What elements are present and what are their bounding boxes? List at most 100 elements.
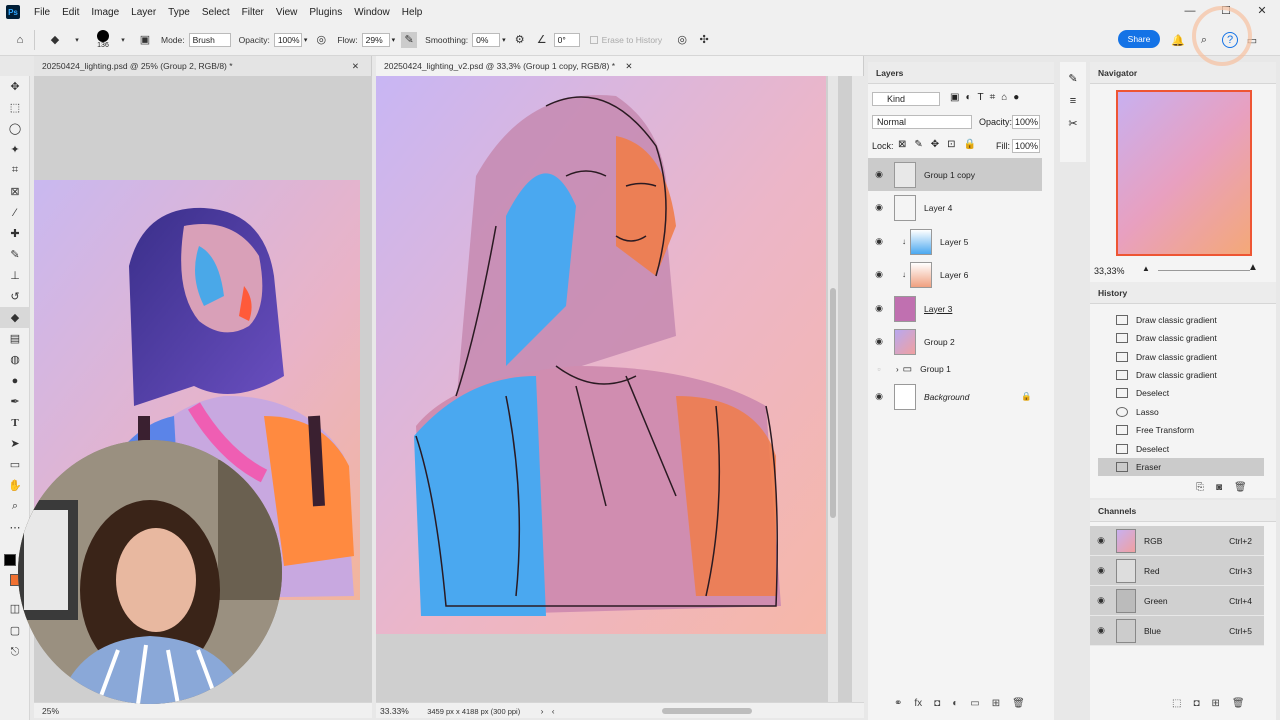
move-tool-icon[interactable]: ✥: [0, 76, 30, 97]
load-selection-icon[interactable]: ⬚: [1172, 698, 1181, 709]
brush-settings-icon[interactable]: ✎: [1060, 72, 1086, 85]
share-image-icon[interactable]: ⎋: [0, 642, 30, 663]
zoom-out-icon[interactable]: ▲: [1142, 264, 1150, 273]
history-item[interactable]: Free Transform: [1098, 421, 1264, 439]
eye-icon[interactable]: ◉: [868, 336, 890, 347]
menu-window[interactable]: Window: [348, 7, 396, 18]
document-tab-active[interactable]: 20250424_lighting_v2.psd @ 33,3% (Group …: [376, 56, 864, 76]
adjustment-filter-icon[interactable]: ◐: [965, 92, 971, 103]
history-item[interactable]: Draw classic gradient: [1098, 348, 1264, 366]
hand-tool-icon[interactable]: ✋: [0, 475, 30, 496]
document-canvas[interactable]: [376, 76, 852, 702]
type-filter-icon[interactable]: T: [978, 92, 984, 103]
lock-position-icon[interactable]: ✥: [931, 139, 939, 150]
layer-row[interactable]: ◉ Layer 4: [868, 191, 1042, 224]
chevron-down-icon[interactable]: ▾: [304, 36, 308, 44]
history-item[interactable]: Draw classic gradient: [1098, 311, 1264, 329]
screen-mode-icon[interactable]: ▢: [0, 620, 30, 641]
blend-mode-select[interactable]: Normal: [872, 115, 972, 129]
zoom-level[interactable]: 33.33%: [380, 706, 409, 716]
trash-icon[interactable]: 🗑: [1232, 698, 1245, 709]
menu-select[interactable]: Select: [196, 7, 236, 18]
chevron-right-icon[interactable]: ›: [541, 706, 544, 716]
layer-row[interactable]: ◉ Layer 3: [868, 292, 1042, 325]
gradient-tool-icon[interactable]: ▤: [0, 328, 30, 349]
zoom-tool-icon[interactable]: ⌕: [0, 496, 30, 517]
vertical-scrollbar[interactable]: [828, 76, 838, 702]
close-tab-icon[interactable]: ✕: [352, 56, 359, 76]
eye-hidden-icon[interactable]: ▫: [868, 364, 890, 374]
magic-wand-tool-icon[interactable]: ✦: [0, 139, 30, 160]
menu-file[interactable]: File: [28, 7, 56, 18]
eye-icon[interactable]: ◉: [868, 169, 890, 180]
eraser-tool-icon[interactable]: ◆: [47, 32, 63, 48]
history-item[interactable]: Deselect: [1098, 440, 1264, 458]
channel-row[interactable]: ◉ RGB Ctrl+2: [1090, 526, 1264, 556]
rectangle-tool-icon[interactable]: ▭: [0, 454, 30, 475]
channel-row[interactable]: ◉ Blue Ctrl+5: [1090, 616, 1264, 646]
history-item-current[interactable]: Eraser: [1098, 458, 1264, 476]
home-icon[interactable]: ⌂: [12, 32, 28, 48]
eye-icon[interactable]: ◉: [1090, 595, 1112, 606]
adjustments-icon[interactable]: ≡: [1060, 95, 1086, 107]
navigator-zoom[interactable]: 33,33%: [1094, 266, 1125, 276]
angle-field[interactable]: 0°: [553, 32, 580, 47]
image-filter-icon[interactable]: ▣: [950, 92, 959, 103]
layer-filter-select[interactable]: Kind: [872, 92, 940, 106]
filter-toggle-icon[interactable]: ●: [1013, 92, 1019, 103]
chevron-down-icon[interactable]: ▾: [392, 36, 396, 44]
eye-icon[interactable]: ◉: [1090, 535, 1112, 546]
new-document-from-state-icon[interactable]: ⎘: [1196, 482, 1204, 493]
fill-field[interactable]: 100%: [1012, 139, 1040, 153]
pressure-size-icon[interactable]: ◎: [674, 32, 690, 48]
eye-icon[interactable]: ◉: [868, 202, 890, 213]
menu-image[interactable]: Image: [85, 7, 125, 18]
trash-icon[interactable]: 🗑: [1012, 698, 1025, 709]
tool-presets-icon[interactable]: ✂: [1060, 117, 1086, 130]
scrollbar-thumb[interactable]: [830, 288, 836, 518]
eye-icon[interactable]: ◉: [868, 303, 890, 314]
path-selection-tool-icon[interactable]: ➤: [0, 433, 30, 454]
close-window-button[interactable]: ✕: [1244, 0, 1280, 24]
marquee-tool-icon[interactable]: ⬚: [0, 97, 30, 118]
navigator-preview[interactable]: [1116, 90, 1252, 256]
airbrush-icon[interactable]: ✎: [401, 31, 418, 48]
menu-type[interactable]: Type: [162, 7, 196, 18]
brush-tool-icon[interactable]: ✎: [0, 244, 30, 265]
blur-tool-icon[interactable]: ◍: [0, 349, 30, 370]
erase-history-checkbox[interactable]: [589, 35, 598, 44]
history-item[interactable]: Deselect: [1098, 384, 1264, 402]
healing-tool-icon[interactable]: ✚: [0, 223, 30, 244]
navigator-zoom-slider[interactable]: [1158, 270, 1250, 271]
document-tab[interactable]: 20250424_lighting.psd @ 25% (Group 2, RG…: [34, 56, 372, 76]
brush-settings-icon[interactable]: ▣: [137, 32, 153, 48]
type-tool-icon[interactable]: T: [0, 412, 30, 433]
eyedropper-tool-icon[interactable]: ⁄: [0, 202, 30, 223]
chevron-right-icon[interactable]: ›: [896, 365, 899, 374]
menu-edit[interactable]: Edit: [56, 7, 85, 18]
smart-object-filter-icon[interactable]: ⌂: [1001, 92, 1007, 103]
frame-tool-icon[interactable]: ⊠: [0, 181, 30, 202]
chevron-down-icon[interactable]: ▾: [502, 36, 506, 44]
chevron-down-icon[interactable]: ▾: [69, 32, 85, 48]
brush-preset-picker[interactable]: 136: [97, 30, 109, 49]
history-item[interactable]: Draw classic gradient: [1098, 366, 1264, 384]
history-item[interactable]: Lasso: [1098, 403, 1264, 421]
menu-help[interactable]: Help: [396, 7, 429, 18]
opacity-field[interactable]: 100%: [273, 32, 302, 47]
menu-plugins[interactable]: Plugins: [303, 7, 348, 18]
chevron-down-icon[interactable]: ▾: [115, 32, 131, 48]
bell-icon[interactable]: 🔔: [1170, 32, 1186, 48]
symmetry-icon[interactable]: ✣: [696, 32, 712, 48]
gear-icon[interactable]: ⚙: [512, 32, 528, 48]
new-channel-icon[interactable]: ⊞: [1212, 698, 1220, 709]
shape-filter-icon[interactable]: ⌗: [990, 92, 996, 103]
trash-icon[interactable]: 🗑: [1234, 482, 1247, 493]
eye-icon[interactable]: ◉: [868, 391, 890, 402]
share-button[interactable]: Share: [1118, 30, 1160, 48]
lasso-tool-icon[interactable]: ◯: [0, 118, 30, 139]
lock-transparency-icon[interactable]: ⊠: [898, 139, 906, 150]
layer-row[interactable]: ◉ Group 2: [868, 325, 1042, 358]
layer-row[interactable]: ◉ Group 1 copy: [868, 158, 1042, 191]
zoom-in-icon[interactable]: ▲: [1248, 262, 1258, 273]
